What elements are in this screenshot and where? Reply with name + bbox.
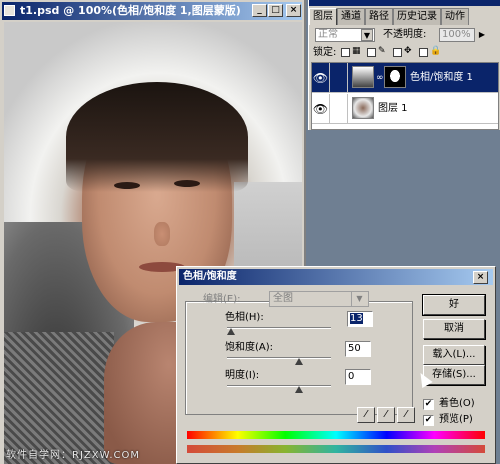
palette-tabs: 图层 通道 路径 历史记录 动作 [309,8,500,25]
transparency-icon: ▦ [352,46,361,56]
lock-label: 锁定: [313,47,337,58]
chain-link-icon: ∞ [376,73,384,83]
tab-layers[interactable]: 图层 [309,8,337,25]
watermark: 软件自学网：RJZXW.COM [6,450,140,461]
input-color-bar [187,431,485,439]
lightness-label: 明度(I): [225,370,260,381]
colorize-label[interactable]: 着色(O) [439,397,475,411]
opacity-label: 不透明度: [383,29,427,40]
eye-icon[interactable]: 👁 [312,94,330,124]
adjustment-thumbnail[interactable] [352,66,374,88]
eyedropper-plus-icon[interactable]: ⁄ [377,407,395,423]
photo-right-eye [174,180,200,187]
edit-label: 编辑(E): [203,294,241,305]
hue-saturation-dialog: 色相/饱和度 × 编辑(E): 全图 ▼ 色相(H): 13 饱和度(A): 5… [176,266,496,464]
hue-label: 色相(H): [225,312,264,323]
lightness-slider-knob[interactable] [295,386,303,393]
layer-name[interactable]: 图层 1 [378,94,408,124]
dialog-close-button[interactable]: × [473,271,488,284]
hue-slider-knob[interactable] [227,328,235,335]
chevron-down-icon[interactable]: ▼ [361,29,373,41]
saturation-input[interactable]: 50 [345,341,371,357]
photo-nose [154,222,170,246]
eyedropper-minus-icon[interactable]: ⁄ [397,407,415,423]
layer-thumbnail[interactable] [352,97,374,119]
lock-icon: 🔒 [430,46,442,56]
photo-left-eye [114,182,140,189]
opacity-input[interactable]: 100% [439,28,475,42]
ok-button[interactable]: 好 [422,294,486,316]
saturation-label: 饱和度(A): [225,342,274,353]
photo-scarf [4,332,114,464]
layer-mask-thumbnail[interactable] [384,66,406,88]
lock-transparency-checkbox[interactable] [341,48,350,57]
lightness-slider-track[interactable] [227,385,331,387]
load-button[interactable]: 载入(L)... [423,345,485,365]
move-icon: ✥ [404,46,412,56]
layer-list: 👁 ∞ 色相/饱和度 1 👁 图层 1 [311,62,499,130]
layer-row-layer1[interactable]: 👁 图层 1 [312,94,498,124]
photo-hair [66,82,248,192]
lightness-input[interactable]: 0 [345,369,371,385]
lock-all-checkbox[interactable] [419,48,428,57]
layer-row-hue-saturation[interactable]: 👁 ∞ 色相/饱和度 1 [312,63,498,93]
tab-channels[interactable]: 通道 [337,8,365,25]
eyedropper-icon[interactable]: ⁄ [357,407,375,423]
tab-history[interactable]: 历史记录 [393,8,441,25]
lock-position-checkbox[interactable] [393,48,402,57]
document-icon [4,5,15,16]
tab-paths[interactable]: 路径 [365,8,393,25]
tab-actions[interactable]: 动作 [441,8,469,25]
lock-image-checkbox[interactable] [367,48,376,57]
palette-titlebar[interactable] [309,0,500,6]
preview-label[interactable]: 预览(P) [439,413,473,427]
minimize-button[interactable]: _ [252,4,267,17]
layer-name[interactable]: 色相/饱和度 1 [410,63,473,93]
layer-link-cell[interactable] [330,94,348,124]
eye-icon[interactable]: 👁 [312,63,330,93]
layer-link-cell[interactable] [330,63,348,93]
preview-checkbox[interactable]: ✔ [423,415,434,426]
hue-slider-track[interactable] [227,327,331,329]
dialog-title[interactable]: 色相/饱和度 [179,269,493,285]
chevron-down-icon[interactable]: ▼ [351,292,367,306]
layers-palette: 图层 通道 路径 历史记录 动作 正常 ▼ 不透明度: 100% ▶ 锁定: ▦… [308,0,500,130]
hue-input[interactable]: 13 [347,311,373,327]
output-color-bar [187,445,485,453]
maximize-button[interactable]: □ [268,4,283,17]
opacity-arrow-icon[interactable]: ▶ [477,28,487,42]
saturation-slider-knob[interactable] [295,358,303,365]
saturation-slider-track[interactable] [227,357,331,359]
cancel-button[interactable]: 取消 [423,319,485,339]
brush-icon: ✎ [378,46,386,56]
colorize-checkbox[interactable]: ✔ [423,399,434,410]
close-button[interactable]: × [286,4,301,17]
